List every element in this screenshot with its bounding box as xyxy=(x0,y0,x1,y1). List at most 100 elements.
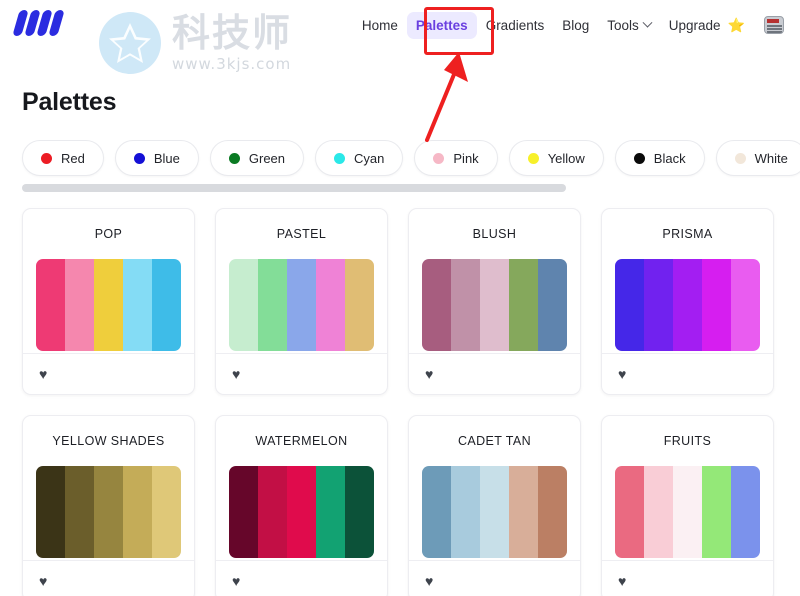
nav-item-upgrade-label: Upgrade xyxy=(668,17,721,33)
color-dot-pink xyxy=(433,152,445,164)
swatch[interactable] xyxy=(287,466,316,558)
swatch[interactable] xyxy=(123,259,152,351)
palette-swatches[interactable] xyxy=(36,466,181,558)
color-dot-black xyxy=(633,152,645,164)
palette-swatches[interactable] xyxy=(615,259,760,351)
swatch[interactable] xyxy=(345,466,374,558)
swatch[interactable] xyxy=(538,466,567,558)
swatch[interactable] xyxy=(509,259,538,351)
swatch[interactable] xyxy=(36,466,65,558)
palette-card-footer: ♥ xyxy=(602,560,773,596)
swatch[interactable] xyxy=(345,259,374,351)
filter-chip-pink[interactable]: Pink xyxy=(414,140,498,176)
star-icon: ⭐ xyxy=(727,16,745,33)
palette-title: CADET TAN xyxy=(457,434,532,448)
palette-card[interactable]: FRUITS ♥ xyxy=(601,415,774,596)
swatch[interactable] xyxy=(152,259,181,351)
favorite-heart-icon[interactable]: ♥ xyxy=(425,574,433,588)
swatch[interactable] xyxy=(644,466,673,558)
swatch[interactable] xyxy=(258,259,287,351)
swatch[interactable] xyxy=(258,466,287,558)
swatch[interactable] xyxy=(702,466,731,558)
filter-chip-black[interactable]: Black xyxy=(614,140,705,176)
newspaper-icon[interactable] xyxy=(764,16,784,34)
swatch[interactable] xyxy=(480,259,509,351)
swatch[interactable] xyxy=(65,466,94,558)
filter-chip-label: Green xyxy=(248,150,286,166)
swatch[interactable] xyxy=(731,259,760,351)
palette-swatches[interactable] xyxy=(229,466,374,558)
palette-swatch-area xyxy=(23,466,194,560)
swatch[interactable] xyxy=(65,259,94,351)
palette-card[interactable]: WATERMELON ♥ xyxy=(215,415,388,596)
filter-chip-white[interactable]: White xyxy=(715,140,800,176)
filter-chip-green[interactable]: Green xyxy=(209,140,305,176)
swatch[interactable] xyxy=(451,466,480,558)
horizontal-scrollbar[interactable] xyxy=(22,184,566,192)
palette-swatches[interactable] xyxy=(615,466,760,558)
palette-swatch-area xyxy=(409,259,580,353)
main-nav: Home Palettes Gradients Blog Tools Upgra… xyxy=(353,0,784,50)
favorite-heart-icon[interactable]: ♥ xyxy=(39,367,47,381)
filter-chip-cyan[interactable]: Cyan xyxy=(315,140,404,176)
favorite-heart-icon[interactable]: ♥ xyxy=(618,367,626,381)
palette-swatches[interactable] xyxy=(422,259,567,351)
palette-swatches[interactable] xyxy=(229,259,374,351)
filter-chip-label: White xyxy=(754,150,788,166)
swatch[interactable] xyxy=(94,466,123,558)
swatch[interactable] xyxy=(509,466,538,558)
nav-item-upgrade[interactable]: Upgrade ⭐ xyxy=(660,11,754,40)
favorite-heart-icon[interactable]: ♥ xyxy=(425,367,433,381)
palette-swatch-area xyxy=(409,466,580,560)
nav-item-blog[interactable]: Blog xyxy=(553,12,598,39)
favorite-heart-icon[interactable]: ♥ xyxy=(39,574,47,588)
swatch[interactable] xyxy=(316,466,345,558)
palette-card[interactable]: PRISMA ♥ xyxy=(601,208,774,395)
palette-title: PRISMA xyxy=(662,227,713,241)
nav-item-palettes[interactable]: Palettes xyxy=(406,11,477,39)
swatch[interactable] xyxy=(229,466,258,558)
favorite-heart-icon[interactable]: ♥ xyxy=(232,367,240,381)
filter-chip-red[interactable]: Red xyxy=(22,140,104,176)
filter-chip-label: Red xyxy=(61,150,85,166)
palette-card[interactable]: PASTEL ♥ xyxy=(215,208,388,395)
nav-item-tools[interactable]: Tools xyxy=(598,12,660,39)
swatch[interactable] xyxy=(287,259,316,351)
filter-chip-yellow[interactable]: Yellow xyxy=(508,140,604,176)
swatch[interactable] xyxy=(229,259,258,351)
swatch[interactable] xyxy=(673,259,702,351)
swatch[interactable] xyxy=(123,466,152,558)
swatch[interactable] xyxy=(451,259,480,351)
color-dot-cyan xyxy=(334,152,346,164)
swatch[interactable] xyxy=(36,259,65,351)
palette-swatches[interactable] xyxy=(422,466,567,558)
favorite-heart-icon[interactable]: ♥ xyxy=(618,574,626,588)
swatch[interactable] xyxy=(480,466,509,558)
swatch[interactable] xyxy=(644,259,673,351)
swatch[interactable] xyxy=(673,466,702,558)
palette-card[interactable]: YELLOW SHADES ♥ xyxy=(22,415,195,596)
swatch[interactable] xyxy=(316,259,345,351)
swatch[interactable] xyxy=(422,259,451,351)
nav-item-gradients[interactable]: Gradients xyxy=(477,12,554,39)
swatch[interactable] xyxy=(731,466,760,558)
palette-card[interactable]: BLUSH ♥ xyxy=(408,208,581,395)
palette-title: YELLOW SHADES xyxy=(52,434,165,448)
palette-swatches[interactable] xyxy=(36,259,181,351)
filter-chip-blue[interactable]: Blue xyxy=(114,140,199,176)
swatch[interactable] xyxy=(422,466,451,558)
brand-logo-icon[interactable] xyxy=(12,10,74,36)
favorite-heart-icon[interactable]: ♥ xyxy=(232,574,240,588)
color-dot-red xyxy=(41,152,52,164)
swatch[interactable] xyxy=(538,259,567,351)
swatch[interactable] xyxy=(94,259,123,351)
swatch[interactable] xyxy=(152,466,181,558)
swatch[interactable] xyxy=(615,259,644,351)
nav-item-home[interactable]: Home xyxy=(353,12,407,39)
palette-card[interactable]: CADET TAN ♥ xyxy=(408,415,581,596)
swatch[interactable] xyxy=(702,259,731,351)
color-filter-bar: Red Blue Green Cyan Pink Yellow Black Wh… xyxy=(0,140,800,178)
swatch[interactable] xyxy=(615,466,644,558)
palette-card[interactable]: POP ♥ xyxy=(22,208,195,395)
color-dot-green xyxy=(228,152,240,164)
